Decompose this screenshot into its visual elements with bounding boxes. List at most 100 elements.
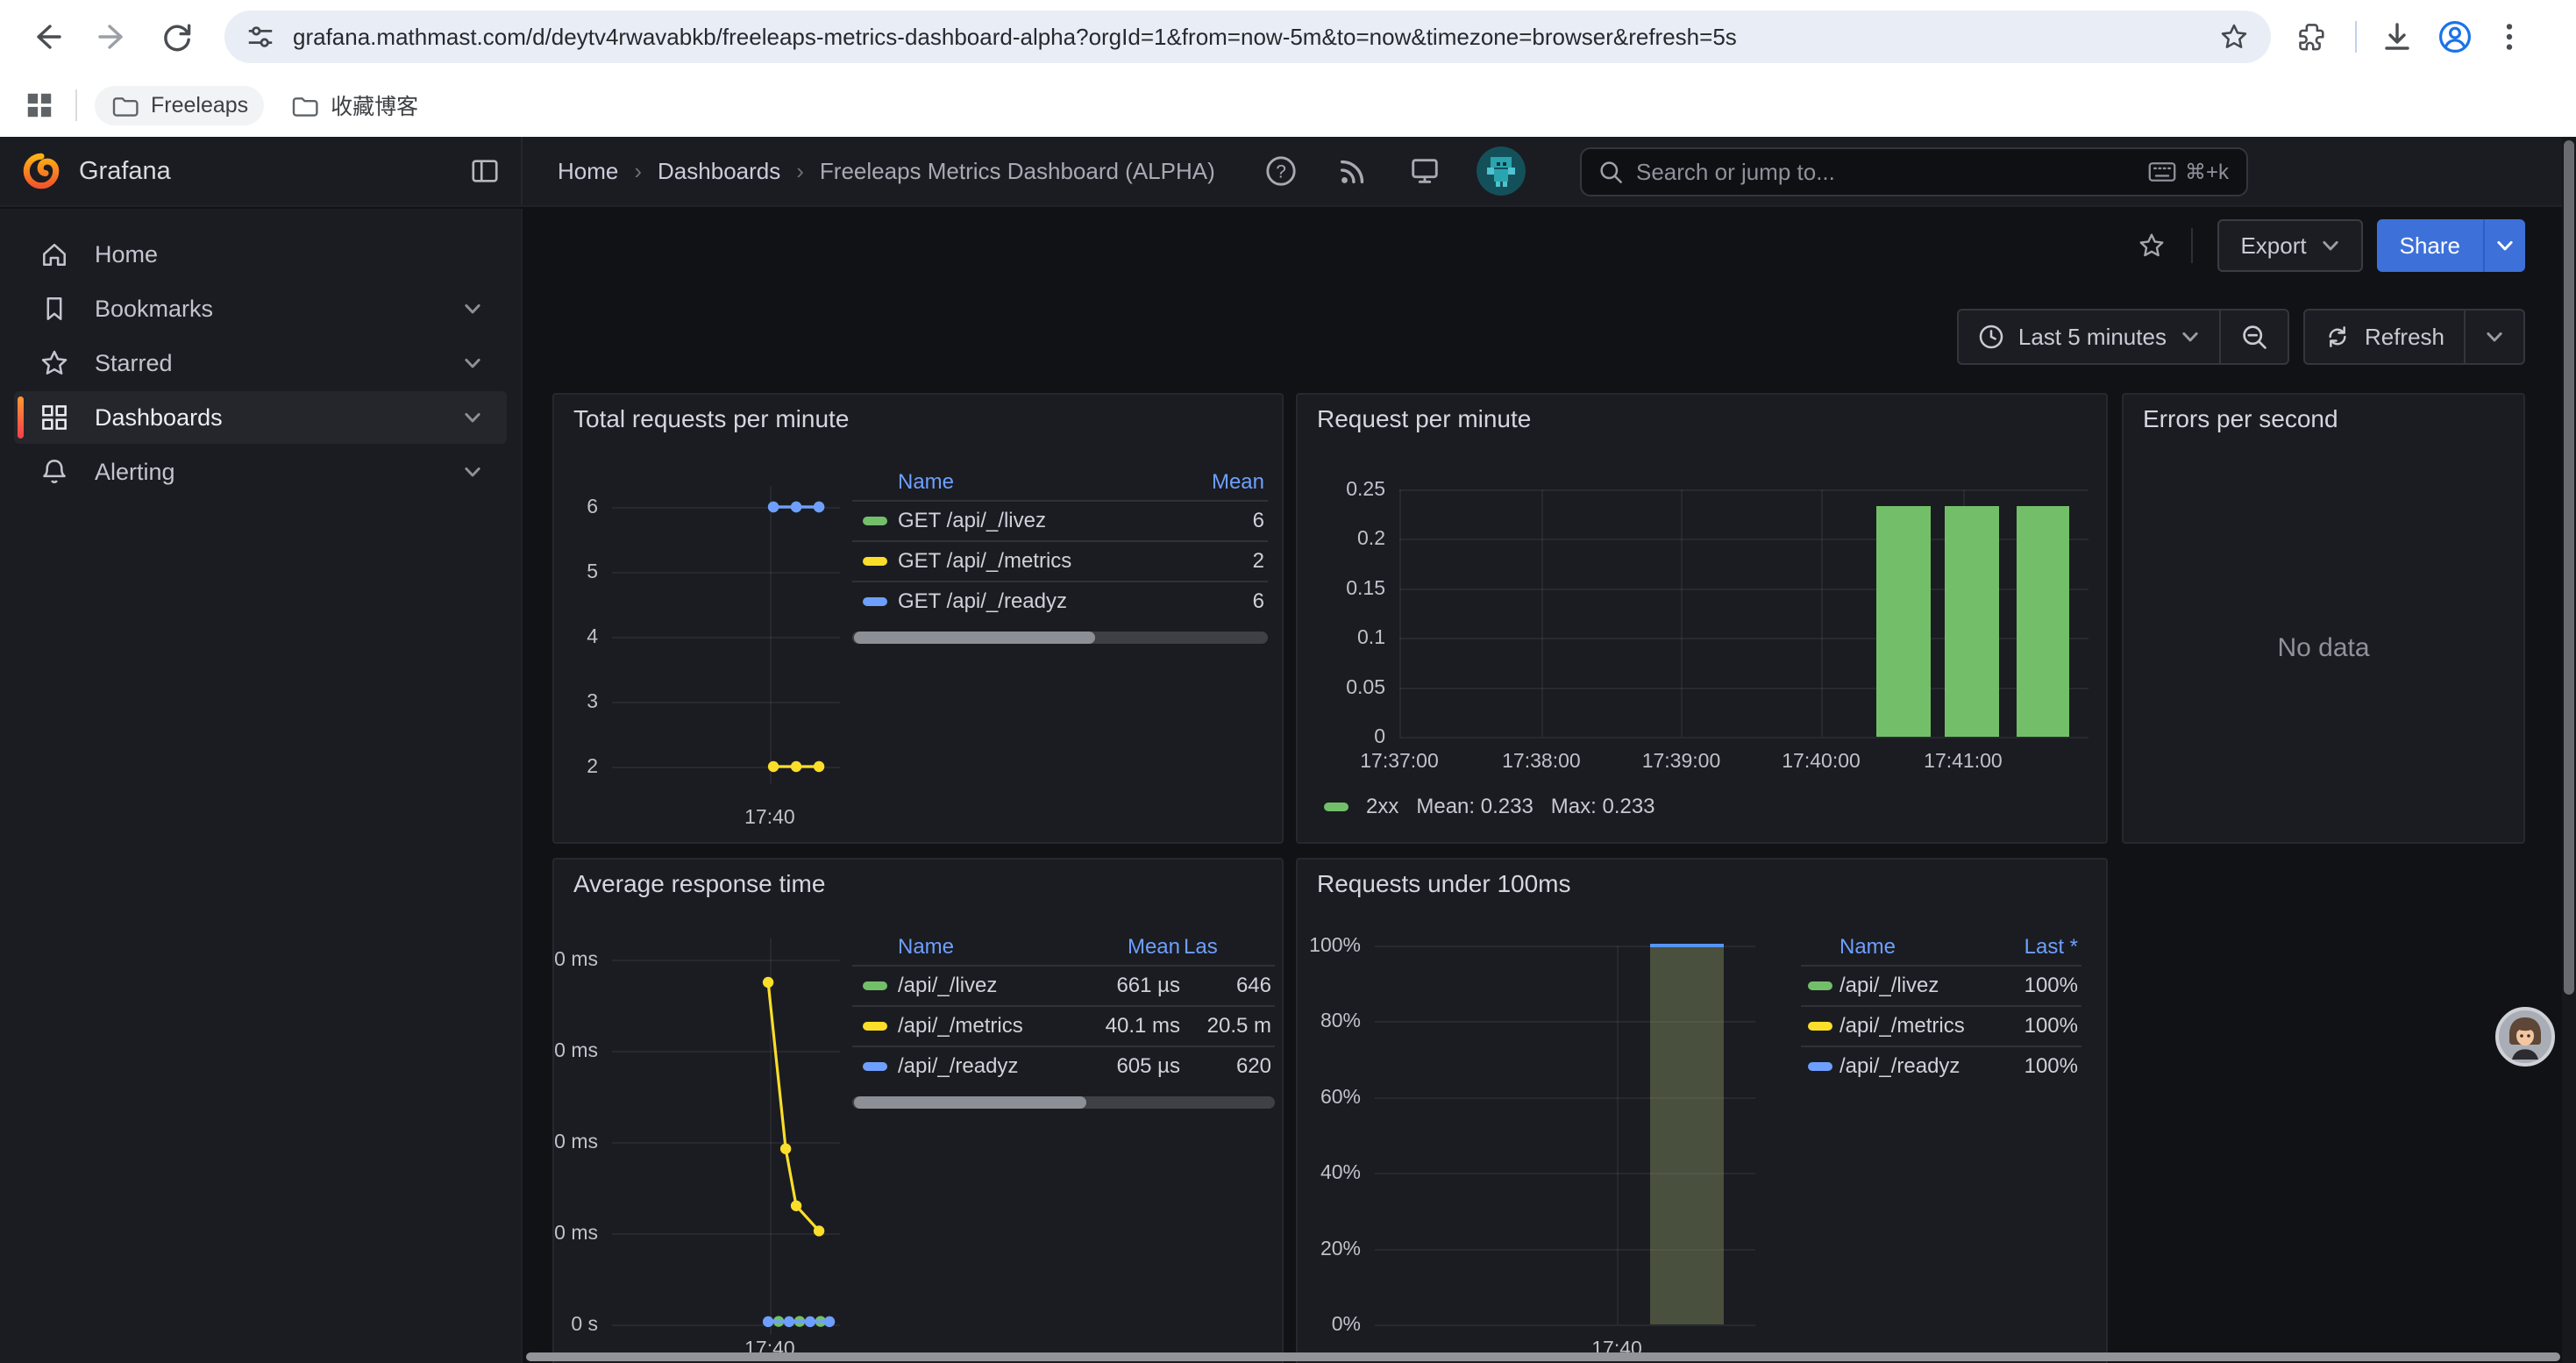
downloads-icon[interactable] bbox=[2380, 19, 2415, 54]
chevron-down-icon[interactable] bbox=[463, 355, 482, 371]
breadcrumb-separator-icon: › bbox=[634, 158, 642, 185]
grafana-app: Grafana Home›Dashboards›Freeleaps Metric… bbox=[0, 137, 2576, 1363]
kiosk-monitor-icon[interactable] bbox=[1408, 154, 1441, 188]
gridline bbox=[1375, 1324, 1755, 1326]
legend-row[interactable]: /api/_/metrics40.1 ms20.5 m bbox=[852, 1005, 1275, 1045]
extensions-icon[interactable] bbox=[2295, 19, 2330, 54]
toolbar-divider bbox=[2191, 228, 2193, 263]
vertical-scrollbar[interactable] bbox=[2562, 137, 2576, 1363]
legend-scrollbar[interactable] bbox=[852, 1096, 1275, 1109]
sidebar-item-label: Starred bbox=[95, 350, 173, 377]
sidebar-item-bookmarks[interactable]: Bookmarks bbox=[14, 282, 507, 335]
gridline bbox=[1399, 737, 2089, 739]
help-icon[interactable]: ? bbox=[1264, 154, 1298, 188]
share-dropdown-button[interactable] bbox=[2483, 219, 2525, 272]
legend-scrollbar-thumb[interactable] bbox=[854, 1096, 1086, 1109]
scrollbar-thumb[interactable] bbox=[2564, 140, 2574, 995]
url-bar[interactable]: grafana.mathmast.com/d/deytv4rwavabkb/fr… bbox=[224, 11, 2271, 63]
user-avatar[interactable] bbox=[1477, 146, 1526, 196]
search-box[interactable]: ⌘+k bbox=[1580, 147, 2248, 196]
legend-row[interactable]: /api/_/livez661 µs646 bbox=[852, 965, 1275, 1005]
legend-column-header[interactable]: Last * bbox=[1994, 935, 2081, 960]
sidebar-item-alerting[interactable]: Alerting bbox=[14, 446, 507, 498]
legend-table: NameMean GET /api/_/livez6GET /api/_/metr… bbox=[852, 465, 1268, 644]
bookmark-page-icon[interactable] bbox=[2218, 21, 2250, 53]
chevron-down-icon[interactable] bbox=[463, 410, 482, 425]
series-last: 646 bbox=[1184, 974, 1275, 998]
series-color-pill bbox=[863, 1022, 887, 1031]
sidebar-item-home[interactable]: Home bbox=[14, 228, 507, 281]
legend-row[interactable]: /api/_/metrics100% bbox=[1801, 1005, 2081, 1045]
sidebar-toggle-icon[interactable] bbox=[470, 156, 500, 186]
series-name: 2xx bbox=[1366, 795, 1398, 819]
legend-column-header[interactable]: Name bbox=[898, 935, 1075, 960]
legend-scrollbar[interactable] bbox=[852, 632, 1268, 644]
chevron-down-icon[interactable] bbox=[463, 464, 482, 480]
refresh-button[interactable]: Refresh bbox=[2305, 310, 2464, 363]
search-input[interactable] bbox=[1636, 159, 2148, 186]
y-axis-tick: 2 bbox=[552, 754, 598, 778]
sidebar-item-dashboards[interactable]: Dashboards bbox=[14, 391, 507, 444]
panel-title[interactable]: Errors per second bbox=[2143, 405, 2338, 433]
breadcrumb-item[interactable]: Dashboards bbox=[658, 158, 780, 185]
dashboard-toolbar: Export Share bbox=[2137, 219, 2525, 272]
series-color-pill bbox=[863, 981, 887, 990]
sidebar-item-starred[interactable]: Starred bbox=[14, 337, 507, 389]
share-button-label[interactable]: Share bbox=[2377, 219, 2483, 272]
share-button[interactable]: Share bbox=[2377, 219, 2525, 272]
bar bbox=[2017, 506, 2069, 737]
url-input[interactable]: grafana.mathmast.com/d/deytv4rwavabkb/fr… bbox=[293, 24, 2204, 51]
bar bbox=[1876, 506, 1931, 737]
series-color-pill bbox=[1808, 981, 1832, 990]
horizontal-scrollbar[interactable] bbox=[526, 1352, 2560, 1361]
legend-row[interactable]: /api/_/readyz100% bbox=[1801, 1045, 2081, 1086]
x-axis-tick: 17:40 bbox=[714, 805, 826, 829]
y-axis-tick: 60% bbox=[1296, 1085, 1361, 1109]
legend-scrollbar-thumb[interactable] bbox=[854, 632, 1095, 644]
y-axis-tick: 5 bbox=[552, 560, 598, 583]
gridline bbox=[770, 486, 772, 784]
legend-row[interactable]: /api/_/livez100% bbox=[1801, 965, 2081, 1005]
series-color-pill bbox=[1324, 803, 1348, 811]
panel-requests-under-100ms: Requests under 100ms 100%80%60%40%20%0%1… bbox=[1296, 858, 2108, 1363]
chevron-down-icon[interactable] bbox=[463, 301, 482, 317]
time-range-picker[interactable]: Last 5 minutes bbox=[1959, 310, 2219, 363]
reload-icon[interactable] bbox=[160, 19, 195, 54]
forward-icon[interactable] bbox=[95, 19, 130, 54]
favorite-star-icon[interactable] bbox=[2137, 231, 2167, 260]
legend-column-header[interactable]: Mean bbox=[1075, 935, 1184, 960]
legend-header-row: NameMeanLas bbox=[852, 930, 1275, 965]
bookmark-folder-label: Freeleaps bbox=[151, 93, 248, 118]
legend-column-header[interactable]: Mean bbox=[1177, 470, 1268, 495]
y-axis-tick: 40% bbox=[1296, 1160, 1361, 1184]
legend-column-header[interactable]: Name bbox=[898, 470, 1177, 495]
legend[interactable]: 2xx Mean: 0.233 Max: 0.233 bbox=[1324, 795, 1655, 819]
apps-grid-icon[interactable] bbox=[25, 90, 54, 120]
legend-row[interactable]: GET /api/_/livez6 bbox=[852, 500, 1268, 540]
grafana-logo-icon[interactable] bbox=[21, 151, 61, 191]
series-topline bbox=[1650, 944, 1724, 947]
browser-profile-icon[interactable] bbox=[2437, 19, 2473, 54]
toolbar-divider bbox=[2355, 21, 2357, 53]
gridline bbox=[1821, 489, 1823, 737]
timeseries-chart: 80 ms60 ms40 ms20 ms0 s17:40NameMeanLas/… bbox=[554, 860, 1282, 1363]
breadcrumb-item[interactable]: Home bbox=[558, 158, 618, 185]
clock-icon bbox=[1978, 324, 2004, 350]
bar bbox=[1945, 506, 1999, 737]
legend-column-header[interactable]: Las bbox=[1184, 935, 1275, 960]
bookmark-folder[interactable]: 收藏博客 bbox=[274, 82, 434, 128]
refresh-interval-dropdown[interactable] bbox=[2464, 310, 2523, 363]
legend-row[interactable]: GET /api/_/readyz6 bbox=[852, 581, 1268, 621]
floating-assistant-avatar[interactable] bbox=[2495, 1007, 2555, 1067]
brand-zone: Grafana bbox=[0, 137, 523, 205]
site-settings-icon[interactable] bbox=[246, 22, 275, 52]
news-rss-icon[interactable] bbox=[1336, 154, 1370, 188]
bookmark-folder[interactable]: Freeleaps bbox=[95, 86, 264, 125]
export-button[interactable]: Export bbox=[2217, 219, 2362, 272]
legend-row[interactable]: /api/_/readyz605 µs620 bbox=[852, 1045, 1275, 1086]
legend-row[interactable]: GET /api/_/metrics2 bbox=[852, 540, 1268, 581]
legend-column-header[interactable]: Name bbox=[1839, 935, 1994, 960]
browser-menu-icon[interactable] bbox=[2492, 19, 2527, 54]
back-icon[interactable] bbox=[30, 19, 65, 54]
zoom-out-button[interactable] bbox=[2219, 310, 2288, 363]
